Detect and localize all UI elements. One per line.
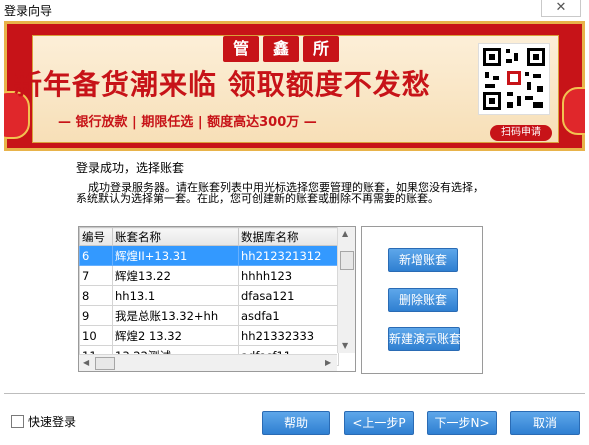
cell-name: 辉煌II+13.31 [112,245,239,266]
cell-no: 6 [79,245,113,266]
table-row[interactable]: 6 辉煌II+13.31 hh212321312 [79,245,339,266]
column-header-db[interactable]: 数据库名称 [238,227,339,246]
cell-no: 7 [79,265,113,286]
qr-code-icon [478,43,550,115]
scroll-up-icon[interactable]: ▲ [342,229,348,238]
column-header-name[interactable]: 账套名称 [112,227,239,246]
brand-char: 鑫 [263,36,299,62]
cell-db: dfasa121 [238,285,339,306]
cancel-button[interactable]: 取消 [510,411,580,435]
new-demo-account-button[interactable]: 新建演示账套 [388,327,461,351]
cell-no: 10 [79,325,113,346]
cell-name: 我是总账13.32+hh [112,305,239,326]
cell-db: hh212321312 [238,245,339,266]
horizontal-scrollbar[interactable]: ◀ ▶ [79,354,337,371]
cell-db: hhhh123 [238,265,339,286]
cell-no: 9 [79,305,113,326]
page-description: 成功登录服务器。请在账套列表中用光标选择您要管理的账套，如果您没有选择，系统默认… [76,181,484,205]
title-bar: 登录向导 ✕ [0,0,589,20]
banner-subline: — 银行放款 | 期限任选 | 额度高达300万 — [58,115,317,130]
table-row[interactable]: 8 hh13.1 dfasa121 [79,285,339,306]
vertical-scrollbar[interactable]: ▲ ▼ [337,227,355,353]
close-icon: ✕ [555,0,567,15]
cell-db: asdfa1 [238,305,339,326]
account-table: 编号 账套名称 数据库名称 6 辉煌II+13.31 hh212321312 7… [79,227,339,366]
horizontal-scroll-thumb[interactable] [95,357,115,370]
delete-account-button[interactable]: 删除账套 [388,288,458,312]
cell-db: hh21332333 [238,325,339,346]
account-grid[interactable]: 编号 账套名称 数据库名称 6 辉煌II+13.31 hh212321312 7… [78,226,356,372]
cell-no: 8 [79,285,113,306]
brand-char: 所 [303,36,339,62]
account-actions-panel: 新增账套 删除账套 新建演示账套 [361,226,483,374]
footer-divider [4,393,585,394]
lantern-icon [562,87,585,135]
promo-banner[interactable]: 管 鑫 所 新年备货潮来临 领取额度不发愁 — 银行放款 | 期限任选 | 额度… [4,21,585,151]
window-title: 登录向导 [4,4,53,18]
page-heading: 登录成功，选择账套 [76,161,185,175]
cell-name: 辉煌13.22 [112,265,239,286]
scan-apply-label[interactable]: 扫码申请 [490,125,552,141]
table-row[interactable]: 9 我是总账13.32+hh asdfa1 [79,305,339,326]
column-header-no[interactable]: 编号 [79,227,113,246]
scroll-down-icon[interactable]: ▼ [342,341,348,350]
banner-headline: 新年备货潮来临 领取额度不发愁 [14,68,431,101]
scroll-left-icon[interactable]: ◀ [83,358,89,367]
prev-button[interactable]: <上一步P [344,411,414,435]
cell-name: hh13.1 [112,285,239,306]
table-row[interactable]: 7 辉煌13.22 hhhh123 [79,265,339,286]
brand-char: 管 [223,36,259,62]
vertical-scroll-thumb[interactable] [340,251,354,270]
cell-name: 辉煌2 13.32 [112,325,239,346]
new-account-button[interactable]: 新增账套 [388,248,458,272]
quick-login-checkbox[interactable] [11,415,24,428]
table-row[interactable]: 10 辉煌2 13.32 hh21332333 [79,325,339,346]
next-button[interactable]: 下一步N> [427,411,497,435]
table-header-row: 编号 账套名称 数据库名称 [79,227,339,246]
help-button[interactable]: 帮助 [262,411,330,435]
scroll-right-icon[interactable]: ▶ [325,358,331,367]
quick-login-label[interactable]: 快速登录 [28,413,76,430]
close-button[interactable]: ✕ [541,0,581,17]
